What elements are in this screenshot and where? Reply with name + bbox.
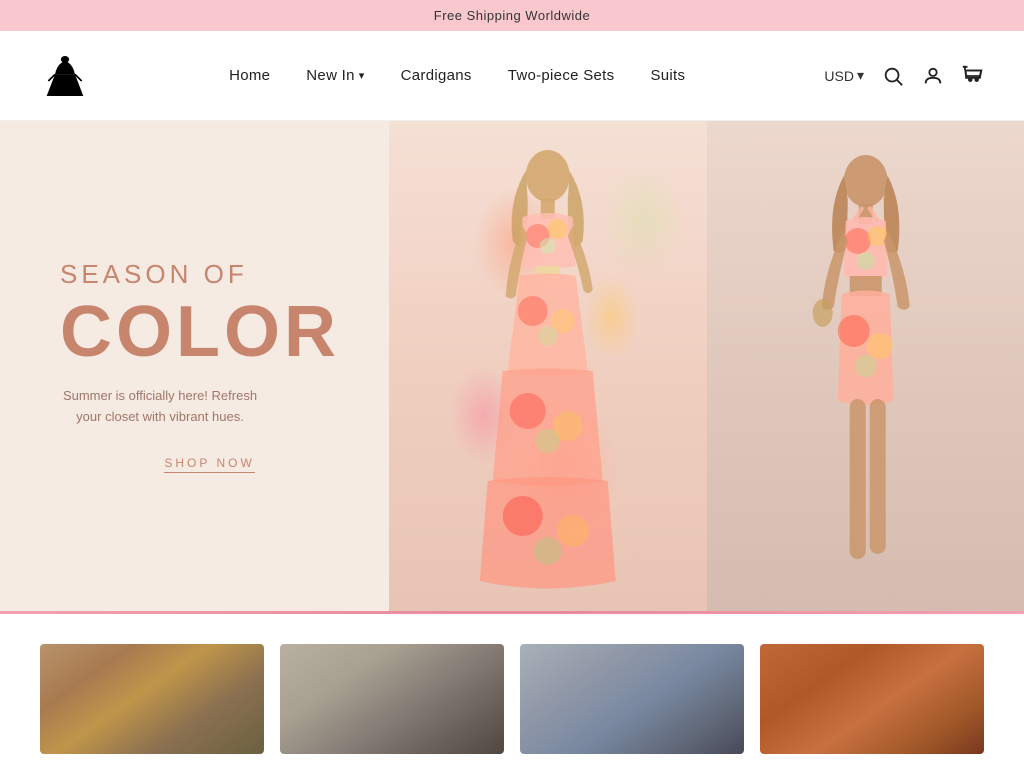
currency-dropdown-icon: ▾ [857, 67, 864, 84]
nav-home[interactable]: Home [229, 67, 270, 84]
logo-link[interactable] [40, 51, 90, 101]
nav-cardigans[interactable]: Cardigans [401, 67, 472, 84]
hero-text-panel: SEASON OF COLOR Summer is officially her… [0, 121, 389, 611]
search-icon [882, 65, 904, 87]
hero-images [389, 121, 1024, 611]
hero-section: SEASON OF COLOR Summer is officially her… [0, 121, 1024, 611]
banner-text: Free Shipping Worldwide [434, 8, 591, 23]
main-nav: Home New In ▾ Cardigans Two-piece Sets S… [229, 67, 685, 84]
product-card-2[interactable] [280, 644, 504, 754]
product-card-3[interactable] [520, 644, 744, 754]
product-grid [0, 614, 1024, 784]
account-button[interactable] [922, 65, 944, 87]
search-button[interactable] [882, 65, 904, 87]
nav-suits[interactable]: Suits [650, 67, 685, 84]
top-banner: Free Shipping Worldwide [0, 0, 1024, 31]
header: Home New In ▾ Cardigans Two-piece Sets S… [0, 31, 1024, 121]
hero-season-label: SEASON OF [60, 259, 359, 290]
product-card-1[interactable] [40, 644, 264, 754]
logo-icon [40, 51, 90, 101]
nav-two-piece-sets[interactable]: Two-piece Sets [508, 67, 615, 84]
hero-model-left [389, 121, 706, 611]
cart-icon [962, 65, 984, 87]
header-actions: USD ▾ [824, 65, 984, 87]
new-in-dropdown-icon: ▾ [359, 69, 365, 82]
nav-new-in[interactable]: New In ▾ [306, 67, 364, 84]
hero-color-label: COLOR [60, 296, 359, 368]
model-silhouette-right [707, 121, 1024, 611]
model-silhouette-left [389, 121, 706, 611]
product-card-4[interactable] [760, 644, 984, 754]
account-icon [922, 65, 944, 87]
shop-now-button[interactable]: SHOP NOW [164, 456, 254, 473]
hero-subtitle: Summer is officially here! Refresh your … [60, 386, 260, 428]
hero-model-right [707, 121, 1024, 611]
cart-button[interactable] [962, 65, 984, 87]
currency-selector[interactable]: USD ▾ [824, 67, 864, 84]
